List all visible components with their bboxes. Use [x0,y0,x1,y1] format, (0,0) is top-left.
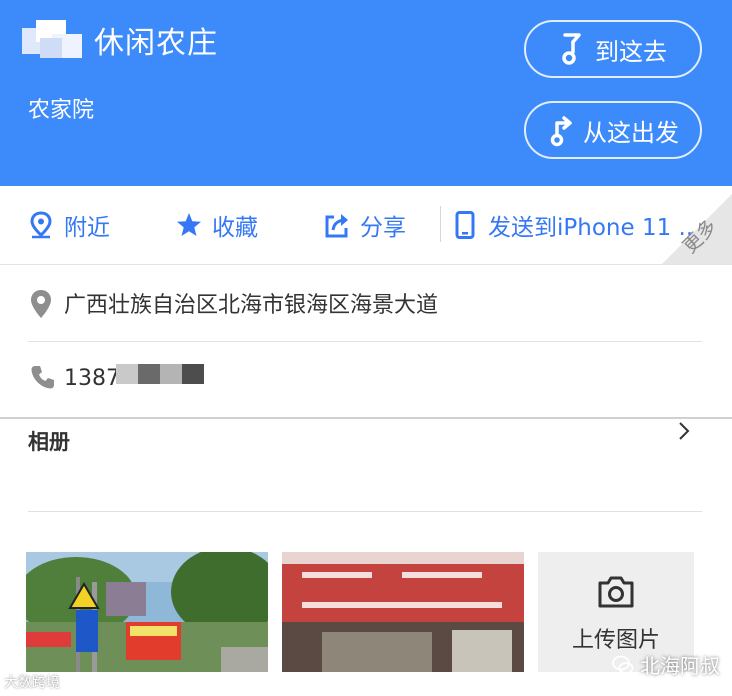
chevron-right-icon[interactable] [676,420,692,442]
star-icon [177,213,201,236]
album-photo[interactable] [282,552,524,672]
location-pin-icon [30,211,52,239]
album-title: 相册 [28,430,70,454]
start-from-here-label: 从这出发 [583,118,679,147]
phone-mosaic [116,364,204,384]
address-text: 广西壮族自治区北海市银海区海景大道 [64,293,439,318]
favorite-label: 收藏 [212,215,258,241]
action-divider [440,206,441,242]
phone-number: 1387 [64,366,120,391]
watermark-right-text: 北海阿叔 [640,654,720,678]
route-to-icon [562,33,581,65]
phone-device-icon [455,211,475,239]
poi-header: 休闲农庄 农家院 到这去 从这出发 [0,0,732,186]
album-photo[interactable] [26,552,268,672]
action-bar: 附近 收藏 分享 发送到iPhone 11 .. [0,186,732,265]
phone-row[interactable]: 1387 [0,342,732,418]
address-row[interactable]: 广西壮族自治区北海市银海区海景大道 [0,265,732,341]
nearby-label: 附近 [64,215,110,241]
poi-title: 休闲农庄 [94,26,218,61]
share-label: 分享 [360,215,406,241]
watermark-left-text: 大数跨境 [4,675,60,691]
send-to-phone-button[interactable]: 发送到iPhone 11 .. [452,208,693,242]
start-from-here-button[interactable]: 从这出发 [524,101,702,159]
nearby-button[interactable]: 附近 [28,208,110,242]
go-here-button[interactable]: 到这去 [524,20,702,78]
phone-icon [31,366,54,389]
app-logo-icon [22,20,82,58]
route-from-icon [550,116,572,147]
share-button[interactable]: 分享 [324,208,406,242]
watermark-left: 大数跨境 [4,672,60,692]
share-icon [325,214,348,238]
favorite-button[interactable]: 收藏 [176,208,258,242]
more-button[interactable]: 更多 [662,194,732,264]
section-divider [0,417,732,419]
map-pin-icon [31,290,51,318]
wechat-icon [612,655,634,674]
watermark-right: 北海阿叔 [612,650,720,679]
camera-icon [598,576,634,608]
poi-category: 农家院 [28,98,95,123]
go-here-label: 到这去 [595,37,667,66]
divider [28,511,702,512]
